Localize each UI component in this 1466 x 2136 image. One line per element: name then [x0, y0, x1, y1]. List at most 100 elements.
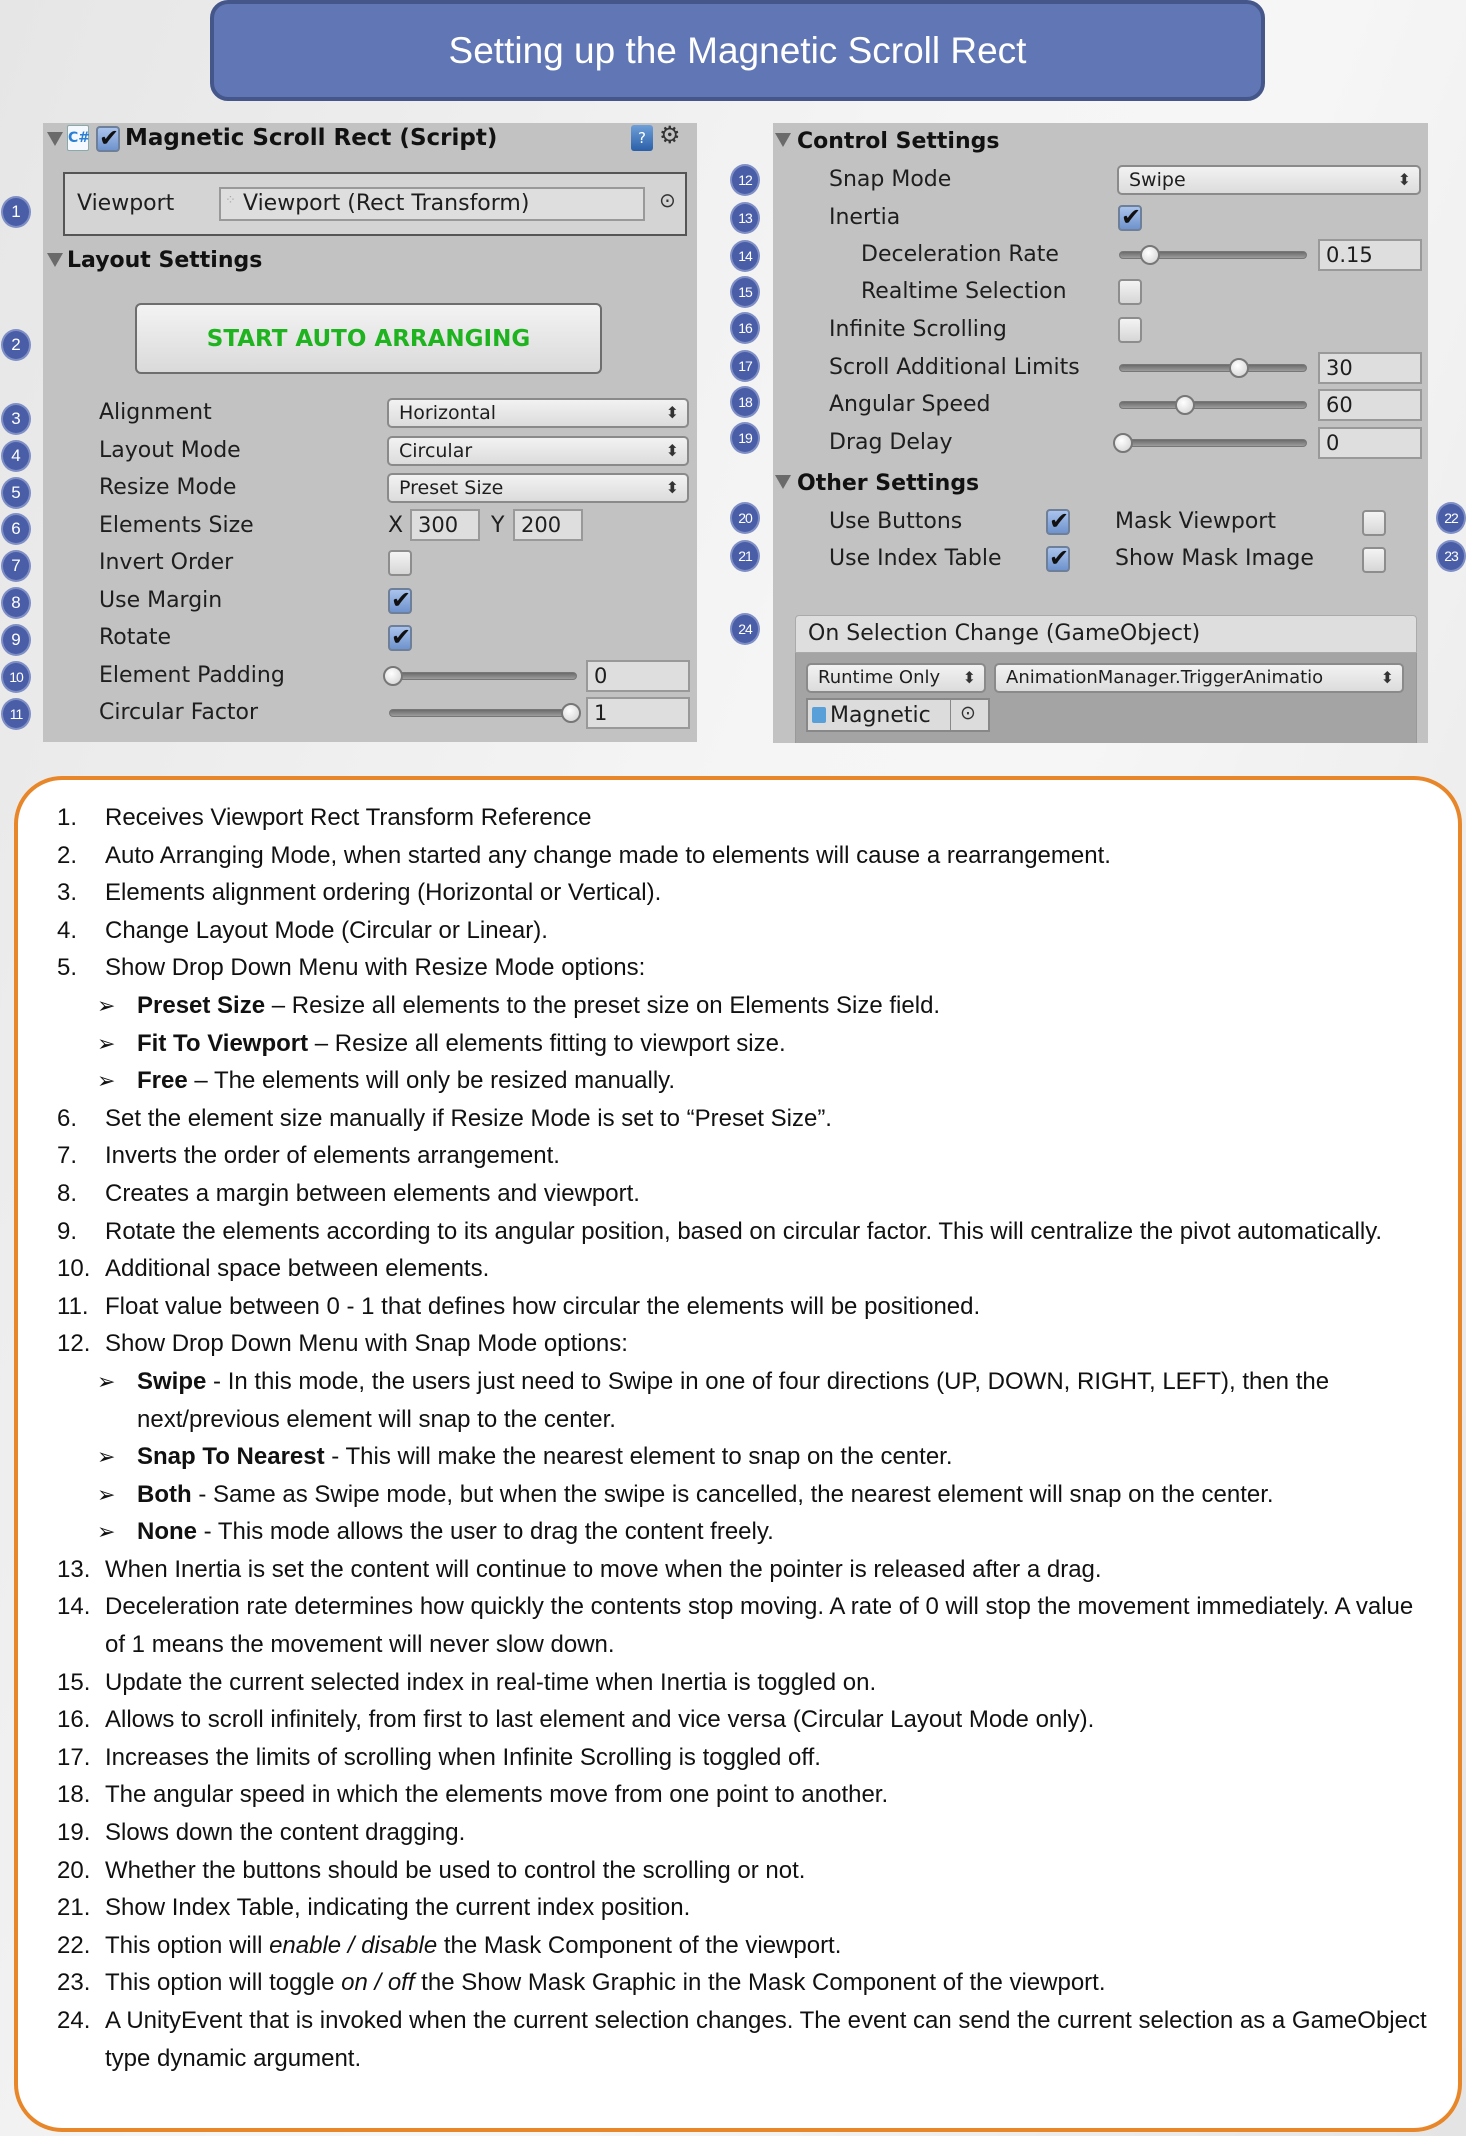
drag-delay-slider-thumb[interactable] — [1113, 433, 1133, 453]
item-text: When Inertia is set the content will con… — [105, 1555, 1102, 1583]
description-item: 21. Show Index Table, indicating the curr… — [57, 1889, 1437, 1927]
callout-marker-19: 19 — [730, 422, 760, 454]
callout-marker-11: 11 — [1, 698, 31, 730]
item-text: Update the current selected index in rea… — [105, 1668, 877, 1696]
item-text: Increases the limits of scrolling when I… — [105, 1743, 821, 1771]
item-text: Additional space between elements. — [105, 1255, 490, 1283]
circular-factor-slider-thumb[interactable] — [561, 703, 581, 723]
circular-factor-field[interactable]: 1 — [586, 697, 690, 729]
subitem-text: Swipe - In this mode, the users just nee… — [137, 1367, 1330, 1433]
foldout-arrow-icon[interactable] — [775, 475, 791, 489]
item-text: Show Index Table, indicating the current… — [105, 1894, 691, 1922]
item-number: 14. — [57, 1593, 91, 1621]
callout-marker-23: 23 — [1436, 540, 1466, 572]
description-item: 22. This option will enable / disable the… — [57, 1927, 1437, 1965]
layout-mode-dropdown[interactable]: Circular ⬍ — [387, 436, 689, 466]
infinite-scrolling-label: Infinite Scrolling — [829, 317, 1007, 342]
object-picker-icon[interactable]: ⊙ — [960, 702, 976, 724]
inertia-label: Inertia — [829, 205, 901, 230]
resize-mode-label: Resize Mode — [99, 475, 237, 500]
elements-size-y-label: Y — [491, 513, 505, 538]
drag-delay-slider[interactable] — [1119, 439, 1307, 447]
control-settings-inspector: Control Settings Snap Mode Swipe ⬍ Inerti… — [773, 123, 1428, 743]
use-margin-checkbox[interactable] — [388, 586, 412, 614]
viewport-object-field[interactable]: ⁘ Viewport (Rect Transform) — [219, 187, 645, 221]
scroll-additional-limits-slider[interactable] — [1119, 364, 1307, 372]
viewport-field-box: Viewport ⁘ Viewport (Rect Transform) ⊙ — [63, 172, 687, 236]
description-item: 19. Slows down the content dragging. — [57, 1814, 1437, 1852]
element-padding-slider[interactable] — [389, 672, 577, 680]
drag-delay-field[interactable]: 0 — [1318, 427, 1422, 459]
item-text: Receives Viewport Rect Transform Referen… — [105, 804, 592, 831]
rotate-checkbox[interactable] — [388, 623, 412, 651]
deceleration-rate-field[interactable]: 0.15 — [1318, 239, 1422, 271]
item-text: This option will toggle on / off the Sho… — [105, 1969, 1106, 1997]
use-buttons-checkbox[interactable] — [1046, 507, 1070, 535]
elements-size-x-label: X — [388, 513, 404, 538]
help-book-icon[interactable]: ? — [631, 125, 653, 151]
subitem-text: None - This mode allows the user to drag… — [137, 1518, 774, 1546]
circular-factor-slider[interactable] — [389, 709, 577, 717]
other-settings-header: Other Settings — [797, 471, 980, 496]
snap-mode-value: Swipe — [1129, 169, 1186, 191]
deceleration-rate-slider-thumb[interactable] — [1139, 245, 1160, 265]
on-selection-change-event-header: On Selection Change (GameObject) — [795, 615, 1417, 653]
mask-viewport-checkbox[interactable] — [1362, 510, 1386, 536]
element-padding-field[interactable]: 0 — [586, 660, 690, 692]
runtime-only-dropdown[interactable]: Runtime Only ⬍ — [806, 663, 986, 693]
alignment-dropdown[interactable]: Horizontal ⬍ — [387, 398, 689, 428]
item-text: Show Drop Down Menu with Snap Mode optio… — [105, 1330, 628, 1358]
gear-icon[interactable]: ⚙ — [659, 121, 681, 149]
resize-mode-dropdown[interactable]: Preset Size ⬍ — [387, 473, 689, 503]
component-enabled-checkbox[interactable] — [96, 124, 120, 152]
event-target-object-field[interactable]: Magnetic ⊙ — [806, 698, 990, 732]
infinite-scrolling-checkbox[interactable] — [1118, 317, 1142, 343]
show-mask-image-checkbox[interactable] — [1362, 547, 1386, 573]
angular-speed-field[interactable]: 60 — [1318, 389, 1422, 421]
emphasis-text: enable / disable — [269, 1931, 444, 1959]
foldout-arrow-icon[interactable] — [775, 133, 791, 147]
item-text: The angular speed in which the elements … — [105, 1781, 889, 1809]
angular-speed-slider-thumb[interactable] — [1175, 395, 1196, 415]
callout-marker-12: 12 — [730, 164, 760, 196]
invert-order-checkbox[interactable] — [388, 550, 412, 576]
description-item: 7. Inverts the order of elements arrangem… — [57, 1137, 1437, 1175]
description-item: 8. Creates a margin between elements and … — [57, 1175, 1437, 1213]
start-auto-arranging-button[interactable]: START AUTO ARRANGING — [135, 303, 602, 374]
callout-marker-21: 21 — [730, 540, 760, 572]
callout-marker-3: 3 — [1, 403, 31, 435]
callout-marker-16: 16 — [730, 312, 760, 344]
resize-mode-value: Preset Size — [399, 477, 504, 499]
item-text: Set the element size manually if Resize … — [105, 1104, 832, 1132]
option-term: Snap To Nearest — [137, 1443, 325, 1471]
object-picker-icon[interactable]: ⊙ — [659, 188, 676, 212]
callout-marker-2: 2 — [1, 329, 31, 361]
scroll-additional-limits-field[interactable]: 30 — [1318, 352, 1422, 384]
callout-marker-22: 22 — [1436, 502, 1466, 534]
inertia-checkbox[interactable] — [1118, 203, 1142, 231]
element-padding-slider-thumb[interactable] — [383, 666, 403, 686]
description-subitem: ➢ Fit To Viewport – Resize all elements f… — [57, 1025, 1437, 1063]
elements-size-y-field[interactable]: 200 — [513, 509, 583, 541]
angular-speed-slider[interactable] — [1119, 401, 1307, 409]
item-text: Inverts the order of elements arrangemen… — [105, 1142, 560, 1170]
foldout-arrow-icon[interactable] — [47, 132, 63, 146]
scroll-additional-limits-slider-thumb[interactable] — [1228, 358, 1249, 378]
realtime-selection-checkbox[interactable] — [1118, 279, 1142, 305]
item-number: 15. — [57, 1668, 91, 1696]
item-number: 12. — [57, 1330, 91, 1358]
drag-delay-label: Drag Delay — [829, 430, 953, 455]
elements-size-x-field[interactable]: 300 — [410, 509, 480, 541]
snap-mode-dropdown[interactable]: Swipe ⬍ — [1117, 165, 1421, 195]
foldout-arrow-icon[interactable] — [47, 253, 63, 267]
item-text: Elements alignment ordering (Horizontal … — [105, 879, 662, 907]
layout-mode-value: Circular — [399, 440, 473, 462]
item-number: 7. — [57, 1142, 78, 1170]
item-text: A UnityEvent that is invoked when the cu… — [105, 2007, 1427, 2072]
function-dropdown[interactable]: AnimationManager.TriggerAnimatio ⬍ — [994, 663, 1404, 693]
option-term: Both — [137, 1480, 192, 1508]
description-item: 2. Auto Arranging Mode, when started any … — [57, 837, 1437, 875]
use-index-table-checkbox[interactable] — [1046, 544, 1070, 572]
item-number: 3. — [57, 879, 78, 907]
item-text: Change Layout Mode (Circular or Linear). — [105, 916, 548, 944]
